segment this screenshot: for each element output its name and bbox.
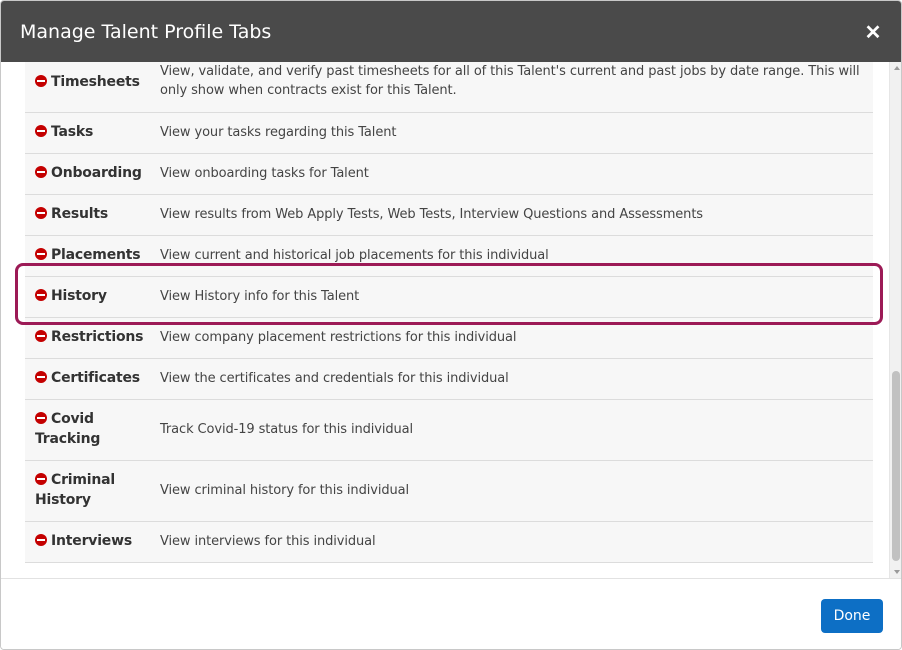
tab-row-restrictions: Restrictions View company placement rest… [25, 318, 873, 359]
dialog-footer: Done [1, 578, 901, 649]
remove-tab-icon[interactable] [35, 371, 47, 383]
scroll-down-arrow-icon[interactable] [894, 570, 900, 574]
remove-tab-icon[interactable] [35, 412, 47, 424]
tab-row-results: Results View results from Web Apply Test… [25, 195, 873, 236]
tab-row-interviews: Interviews View interviews for this indi… [25, 522, 873, 563]
remove-tab-icon[interactable] [35, 473, 47, 485]
tab-row-onboarding: Onboarding View onboarding tasks for Tal… [25, 154, 873, 195]
scrollbar[interactable] [889, 62, 901, 578]
dialog-header: Manage Talent Profile Tabs ✕ [1, 1, 901, 62]
tab-row-placements: Placements View current and historical j… [25, 236, 873, 277]
tab-description: View criminal history for this individua… [160, 483, 410, 498]
tab-row-covid-tracking: Covid Tracking Track Covid-19 status for… [25, 400, 873, 461]
done-button[interactable]: Done [821, 599, 883, 633]
tab-description: View, validate, and verify past timeshee… [160, 64, 860, 98]
scroll-up-arrow-icon[interactable] [894, 66, 900, 70]
tab-description: View onboarding tasks for Talent [160, 166, 369, 181]
tab-row-history: History View History info for this Talen… [25, 277, 873, 318]
scrollbar-thumb[interactable] [892, 371, 900, 561]
remove-tab-icon[interactable] [35, 534, 47, 546]
tab-name: Certificates [51, 370, 140, 386]
remove-tab-icon[interactable] [35, 125, 47, 137]
tab-description: View current and historical job placemen… [160, 248, 549, 263]
tabs-list: Timesheets View, validate, and verify pa… [1, 62, 889, 578]
tab-description: View results from Web Apply Tests, Web T… [160, 207, 703, 222]
tab-row-tasks: Tasks View your tasks regarding this Tal… [25, 113, 873, 154]
tab-name: History [51, 288, 107, 304]
tab-description: Track Covid-19 status for this individua… [160, 422, 414, 437]
tab-name: Onboarding [51, 165, 142, 181]
tab-name: Results [51, 206, 108, 222]
tab-name: Timesheets [51, 74, 140, 90]
remove-tab-icon[interactable] [35, 330, 47, 342]
tab-description: View the certificates and credentials fo… [160, 371, 509, 386]
manage-tabs-dialog: Manage Talent Profile Tabs ✕ Timesheets … [0, 0, 902, 650]
tab-row-certificates: Certificates View the certificates and c… [25, 359, 873, 400]
remove-tab-icon[interactable] [35, 289, 47, 301]
tab-description: View company placement restrictions for … [160, 330, 517, 345]
tab-description: View your tasks regarding this Talent [160, 125, 397, 140]
remove-tab-icon[interactable] [35, 166, 47, 178]
remove-tab-icon[interactable] [35, 207, 47, 219]
tab-row-timesheets: Timesheets View, validate, and verify pa… [25, 62, 873, 113]
remove-tab-icon[interactable] [35, 75, 47, 87]
tab-description: View History info for this Talent [160, 289, 360, 304]
close-icon[interactable]: ✕ [859, 19, 887, 47]
tab-name: Placements [51, 247, 141, 263]
tab-name: Interviews [51, 533, 132, 549]
tab-description: View interviews for this individual [160, 534, 376, 549]
dialog-title: Manage Talent Profile Tabs [20, 21, 272, 43]
tab-name: Criminal History [35, 472, 115, 508]
tab-name: Restrictions [51, 329, 144, 345]
tab-name: Tasks [51, 124, 94, 140]
remove-tab-icon[interactable] [35, 248, 47, 260]
tab-row-criminal-history: Criminal History View criminal history f… [25, 461, 873, 522]
